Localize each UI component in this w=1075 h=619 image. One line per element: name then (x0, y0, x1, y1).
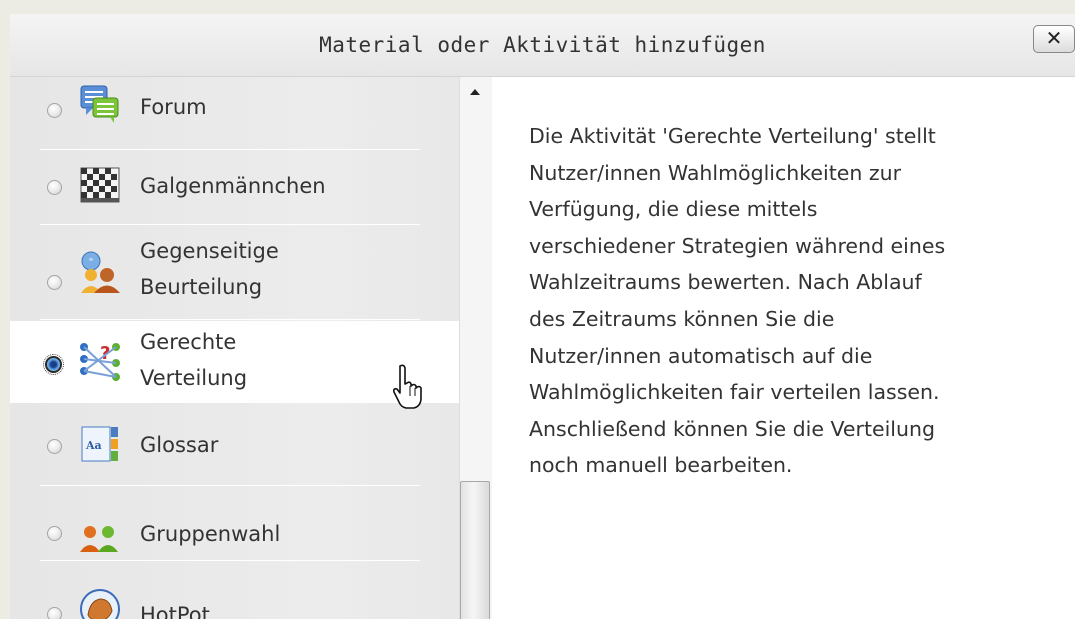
svg-text:Aa: Aa (85, 439, 102, 452)
option-label: Gerechte (140, 330, 237, 354)
radio-gegenseitige-beurteilung[interactable] (47, 275, 62, 290)
option-label: Gegenseitige (140, 239, 279, 263)
scroll-thumb[interactable] (460, 481, 490, 619)
description-line: Verfügung, die diese mittels (529, 197, 818, 222)
option-label: Gruppenwahl (140, 522, 281, 546)
forum-icon (80, 85, 119, 123)
option-label: Forum (140, 95, 207, 119)
option-gegenseitige-beurteilung[interactable]: " Gegenseitige Beurteilung (10, 225, 459, 320)
glossary-icon: Aa (81, 426, 118, 462)
description-line: Nutzer/innen automatisch auf die (529, 343, 873, 368)
peer-review-icon: " (81, 251, 120, 293)
option-label: Beurteilung (140, 275, 263, 299)
radio-gerechte-verteilung[interactable] (43, 354, 64, 375)
description-line: Wahlmöglichkeiten fair verteilen lassen. (529, 380, 940, 405)
activity-list: Forum Galgenmännchen " Gegenseitige Beur… (10, 77, 459, 619)
activity-description: Die Aktivität 'Gerechte Verteilung' stel… (529, 118, 1069, 484)
hand-pointer-cursor-icon (393, 364, 422, 409)
option-hotpot[interactable]: HotPot (10, 561, 459, 619)
dialog-titlebar: Material oder Aktivität hinzufügen ✕ (10, 14, 1075, 77)
divider (40, 319, 420, 320)
radio-hotpot[interactable] (47, 607, 62, 619)
hotpot-icon (80, 589, 120, 619)
option-galgenmaennchen[interactable]: Galgenmännchen (10, 150, 459, 225)
fair-allocation-icon: ? (80, 343, 120, 381)
activity-list-scrollbar[interactable] (459, 77, 492, 619)
radio-glossar[interactable] (47, 439, 62, 454)
radio-galgenmaennchen[interactable] (47, 180, 62, 195)
option-label: Glossar (140, 433, 219, 457)
dialog-title: Material oder Aktivität hinzufügen (319, 33, 766, 57)
option-label: HotPot (140, 603, 210, 619)
option-label: Verteilung (140, 366, 248, 390)
option-label: Galgenmännchen (140, 174, 326, 198)
description-line: Die Aktivität 'Gerechte Verteilung' stel… (529, 124, 936, 148)
group-choice-icon (80, 526, 118, 552)
description-line: des Zeitraums können Sie die (529, 306, 835, 331)
hangman-icon (80, 167, 120, 203)
option-glossar[interactable]: Aa Glossar (10, 405, 459, 486)
option-forum[interactable]: Forum (10, 77, 459, 150)
svg-text:": " (89, 257, 94, 268)
add-activity-dialog: Material oder Aktivität hinzufügen ✕ For… (10, 14, 1075, 619)
radio-forum[interactable] (47, 103, 62, 118)
close-button[interactable]: ✕ (1033, 25, 1075, 53)
scroll-up-arrow-icon[interactable] (470, 89, 480, 95)
radio-gruppenwahl[interactable] (47, 526, 62, 541)
description-line: Wahlzeitraums bewerten. Nach Ablauf (529, 270, 922, 295)
description-line: verschiedener Strategien während eines (529, 233, 946, 258)
option-gruppenwahl[interactable]: Gruppenwahl (10, 486, 459, 561)
description-line: noch manuell bearbeiten. (529, 453, 793, 478)
description-line: Nutzer/innen Wahlmöglichkeiten zur (529, 160, 902, 185)
description-line: Anschließend können Sie die Verteilung (529, 416, 935, 441)
